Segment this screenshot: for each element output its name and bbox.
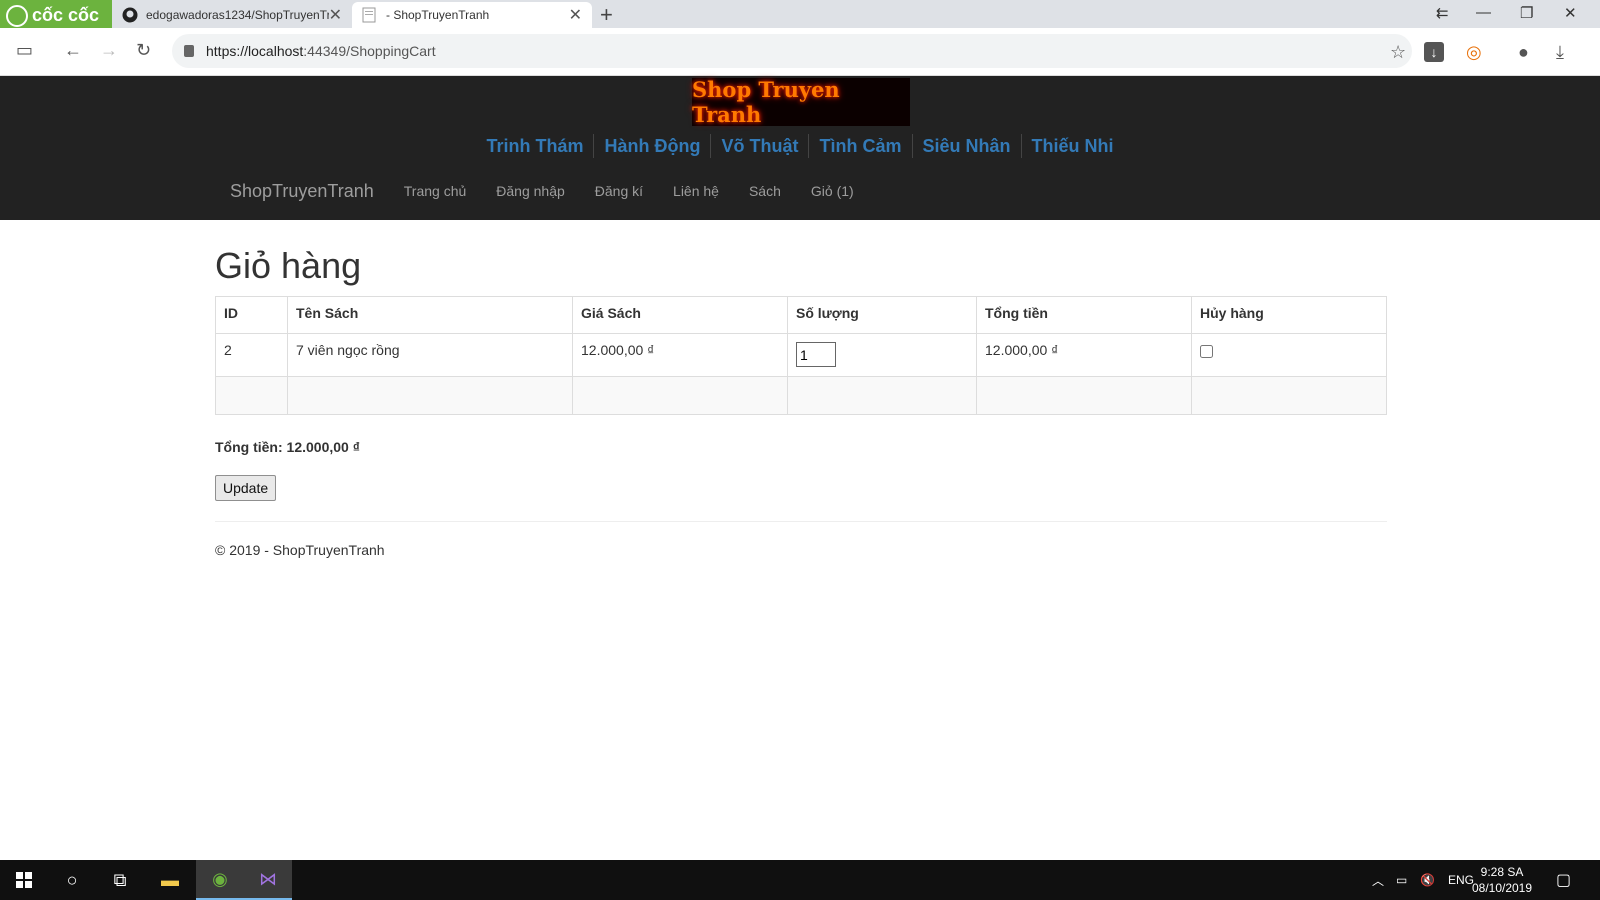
tab-label: edogawadoras1234/ShopTruyenTr bbox=[146, 8, 329, 22]
main-menu: ShopTruyenTranh Trang chủ Đăng nhập Đăng… bbox=[230, 176, 884, 206]
column-header: Giá Sách bbox=[572, 296, 788, 334]
empty-cell bbox=[976, 376, 1192, 415]
sidebar-toggle-icon[interactable]: ▭ bbox=[16, 40, 33, 61]
cart-table: ID Tên Sách Giá Sách Số lượng Tổng tiền … bbox=[215, 296, 1387, 415]
clock[interactable]: 9:28 SA 08/10/2019 bbox=[1462, 864, 1542, 896]
profile-icon[interactable]: ● bbox=[1518, 42, 1529, 63]
visual-studio-icon[interactable]: ⋈ bbox=[244, 860, 292, 900]
category-link[interactable]: Võ Thuật bbox=[711, 134, 810, 158]
remove-checkbox[interactable] bbox=[1200, 345, 1213, 358]
menu-item-books[interactable]: Sách bbox=[749, 183, 781, 199]
quantity-input[interactable] bbox=[796, 342, 836, 367]
new-tab-icon[interactable]: + bbox=[600, 2, 613, 28]
empty-cell bbox=[1191, 376, 1387, 415]
empty-cell bbox=[287, 376, 573, 415]
menu-item-register[interactable]: Đăng kí bbox=[595, 183, 643, 199]
url-field[interactable]: https://localhost:44349/ShoppingCart bbox=[172, 34, 1412, 68]
cell-quantity bbox=[787, 333, 977, 377]
file-explorer-icon[interactable]: ▬ bbox=[146, 860, 194, 900]
notification-icon[interactable]: ▢ bbox=[1556, 860, 1571, 900]
empty-cell bbox=[787, 376, 977, 415]
category-link[interactable]: Tình Cảm bbox=[809, 134, 913, 158]
github-icon bbox=[122, 7, 138, 23]
column-header: ID bbox=[215, 296, 288, 334]
close-icon[interactable]: ✕ bbox=[569, 5, 582, 25]
lock-icon bbox=[184, 45, 194, 57]
cell-price: 12.000,00 ₫ bbox=[572, 333, 788, 377]
tab-label: - ShopTruyenTranh bbox=[386, 8, 490, 22]
column-header: Hủy hàng bbox=[1191, 296, 1387, 334]
column-header: Tên Sách bbox=[287, 296, 573, 334]
page-icon bbox=[362, 7, 378, 23]
cell-name: 7 viên ngọc rồng bbox=[287, 333, 573, 377]
update-button[interactable]: Update bbox=[215, 475, 277, 501]
page-title: Giỏ hàng bbox=[215, 245, 362, 286]
menu-item-login[interactable]: Đăng nhập bbox=[496, 183, 565, 199]
table-header-row: ID Tên Sách Giá Sách Số lượng Tổng tiền … bbox=[215, 296, 1387, 334]
menu-item-home[interactable]: Trang chủ bbox=[404, 183, 467, 199]
column-header: Số lượng bbox=[787, 296, 977, 334]
restore-icon[interactable]: ❐ bbox=[1520, 4, 1533, 22]
site-logo[interactable]: Shop Truyen Tranh bbox=[692, 77, 910, 127]
tab-github[interactable]: edogawadoras1234/ShopTruyenTr ✕ bbox=[112, 2, 352, 28]
back-icon[interactable]: ← bbox=[64, 40, 82, 61]
tab-shop[interactable]: - ShopTruyenTranh ✕ bbox=[352, 2, 592, 28]
site-navbar: Shop Truyen Tranh Trinh Thám Hành Động V… bbox=[0, 76, 1600, 220]
cart-total: Tổng tiền: 12.000,00 ₫ bbox=[215, 439, 360, 455]
close-icon[interactable]: ✕ bbox=[329, 5, 342, 25]
coccoc-icon bbox=[6, 4, 28, 27]
empty-cell bbox=[572, 376, 788, 415]
table-row bbox=[215, 376, 1387, 415]
reload-icon[interactable]: ↻ bbox=[136, 40, 151, 61]
bookmark-star-icon[interactable]: ☆ bbox=[1390, 42, 1406, 63]
minimize-icon[interactable]: — bbox=[1476, 4, 1491, 21]
extension-icon[interactable]: ◎ bbox=[1466, 42, 1482, 63]
navbar-brand[interactable]: ShopTruyenTranh bbox=[230, 181, 374, 202]
main-content: Giỏ hàng ID Tên Sách Giá Sách Số lượng T… bbox=[215, 220, 1387, 558]
menu-item-cart[interactable]: Giỏ (1) bbox=[811, 183, 854, 199]
url-host: https://localhost bbox=[206, 43, 304, 59]
search-icon[interactable]: ○ bbox=[48, 860, 96, 900]
clock-date: 08/10/2019 bbox=[1471, 881, 1533, 895]
table-row: 2 7 viên ngọc rồng 12.000,00 ₫ 12.000,00… bbox=[215, 333, 1387, 377]
coccoc-logo[interactable]: cốc cốc bbox=[0, 0, 112, 28]
tray-chevron-icon[interactable]: ︿ bbox=[1372, 860, 1384, 900]
tab-search-icon[interactable]: ⇇ bbox=[1436, 4, 1449, 22]
cell-total: 12.000,00 ₫ bbox=[976, 333, 1192, 377]
forward-icon[interactable]: → bbox=[100, 40, 118, 61]
cell-remove bbox=[1191, 333, 1387, 377]
download-extension-icon[interactable]: ↓ bbox=[1424, 42, 1444, 62]
windows-start-icon[interactable] bbox=[0, 860, 48, 900]
taskbar: ○ ⧉ ▬ ◉ ⋈ ︿ ▭ 🔇 ENG 9:28 SA 08/10/2019 ▢ bbox=[0, 860, 1600, 900]
category-link[interactable]: Thiếu Nhi bbox=[1022, 134, 1124, 158]
coccoc-browser-icon[interactable]: ◉ bbox=[196, 860, 244, 900]
address-bar: ▭ ← → ↻ https://localhost:44349/Shopping… bbox=[0, 28, 1600, 76]
cell-id: 2 bbox=[215, 333, 288, 377]
empty-cell bbox=[215, 376, 288, 415]
column-header: Tổng tiền bbox=[976, 296, 1192, 334]
network-icon[interactable]: ▭ bbox=[1396, 860, 1407, 900]
volume-muted-icon[interactable]: 🔇 bbox=[1420, 860, 1435, 900]
task-view-icon[interactable]: ⧉ bbox=[96, 860, 144, 900]
close-window-icon[interactable]: ✕ bbox=[1564, 4, 1577, 22]
category-nav: Trinh Thám Hành Động Võ Thuật Tình Cảm S… bbox=[0, 134, 1600, 158]
menu-item-contact[interactable]: Liên hệ bbox=[673, 183, 719, 199]
footer-text: © 2019 - ShopTruyenTranh bbox=[215, 542, 385, 558]
browser-tabstrip: cốc cốc edogawadoras1234/ShopTruyenTr ✕ … bbox=[0, 0, 1600, 28]
url-path: :44349/ShoppingCart bbox=[303, 43, 436, 59]
category-link[interactable]: Hành Động bbox=[594, 134, 712, 158]
logo-text: Shop Truyen Tranh bbox=[692, 77, 840, 127]
divider bbox=[215, 521, 1387, 522]
category-link[interactable]: Siêu Nhân bbox=[913, 134, 1022, 158]
category-link[interactable]: Trinh Thám bbox=[476, 134, 595, 158]
downloads-icon[interactable]: ⤓ bbox=[1556, 42, 1564, 63]
clock-time: 9:28 SA bbox=[1480, 865, 1524, 879]
browser-brand: cốc cốc bbox=[32, 5, 100, 25]
